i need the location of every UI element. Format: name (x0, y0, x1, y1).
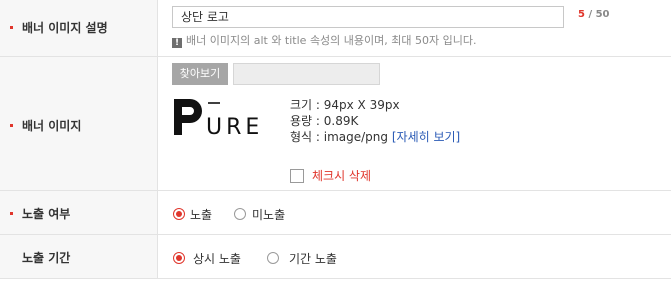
svg-text:URE: URE (206, 115, 263, 137)
char-count-max: 50 (595, 9, 610, 20)
image-format: 형식 : image/png (290, 130, 389, 144)
label-cell: 배너 이미지 (0, 57, 158, 190)
image-info: 크기 : 94px X 39px 용량 : 0.89K 형식 : image/p… (290, 97, 460, 145)
value-cell: 상시 노출 기간 노출 (158, 235, 671, 278)
exposure-period-label: 노출 기간 (22, 251, 71, 265)
row-exposure-period: 노출 기간 상시 노출 기간 노출 (0, 235, 671, 279)
delete-label: 체크시 삭제 (312, 169, 372, 183)
exclamation-icon: ! (172, 38, 182, 48)
banner-description-label: 배너 이미지 설명 (22, 21, 108, 35)
required-bullet (10, 26, 13, 29)
row-banner-description: 배너 이미지 설명 상단 로고 5 / 50 ! 배너 이미지의 alt 와 ti… (0, 0, 671, 57)
radio-period-range[interactable] (267, 252, 279, 264)
description-hint: ! 배너 이미지의 alt 와 title 속성의 내용이며, 최대 50자 입니… (172, 32, 476, 48)
label-cell: 노출 기간 (0, 235, 158, 278)
banner-image-label: 배너 이미지 (22, 119, 82, 133)
delete-checkbox[interactable] (290, 169, 304, 183)
exposure-label: 노출 여부 (22, 207, 71, 221)
required-bullet (10, 212, 13, 215)
value-cell: 찾아보기 URE 크기 : 94px X 39px 용량 : 0.89K 형식 … (158, 57, 671, 190)
detail-link[interactable]: [자세히 보기] (392, 130, 460, 144)
row-exposure: 노출 여부 노출 미노출 (0, 191, 671, 235)
image-size: 크기 : 94px X 39px (290, 98, 400, 112)
char-count-separator: / (584, 9, 596, 20)
label-cell: 배너 이미지 설명 (0, 0, 158, 56)
char-count-current: 5 (578, 9, 585, 20)
radio-exposure-hide[interactable] (234, 208, 246, 220)
file-path-field[interactable] (233, 63, 380, 85)
banner-description-input[interactable]: 상단 로고 (172, 6, 564, 28)
browse-button[interactable]: 찾아보기 (172, 63, 228, 85)
banner-logo-preview: URE (174, 99, 263, 137)
required-bullet (10, 124, 13, 127)
image-capacity: 용량 : 0.89K (290, 114, 359, 128)
value-cell: 노출 미노출 (158, 191, 671, 234)
radio-period-always-label: 상시 노출 (193, 252, 241, 266)
radio-period-always[interactable] (173, 252, 185, 264)
label-cell: 노출 여부 (0, 191, 158, 234)
value-cell: 상단 로고 5 / 50 ! 배너 이미지의 alt 와 title 속성의 내용… (158, 0, 671, 56)
radio-exposure-hide-label: 미노출 (252, 208, 286, 222)
radio-period-range-label: 기간 노출 (289, 252, 337, 266)
radio-exposure-show[interactable] (173, 208, 185, 220)
row-banner-image: 배너 이미지 찾아보기 URE 크기 : 94px X 39px 용량 : 0.… (0, 57, 671, 191)
radio-exposure-show-label: 노출 (190, 208, 213, 222)
hint-text: 배너 이미지의 alt 와 title 속성의 내용이며, 최대 50자 입니다… (186, 34, 477, 47)
char-counter: 5 / 50 (578, 9, 610, 20)
